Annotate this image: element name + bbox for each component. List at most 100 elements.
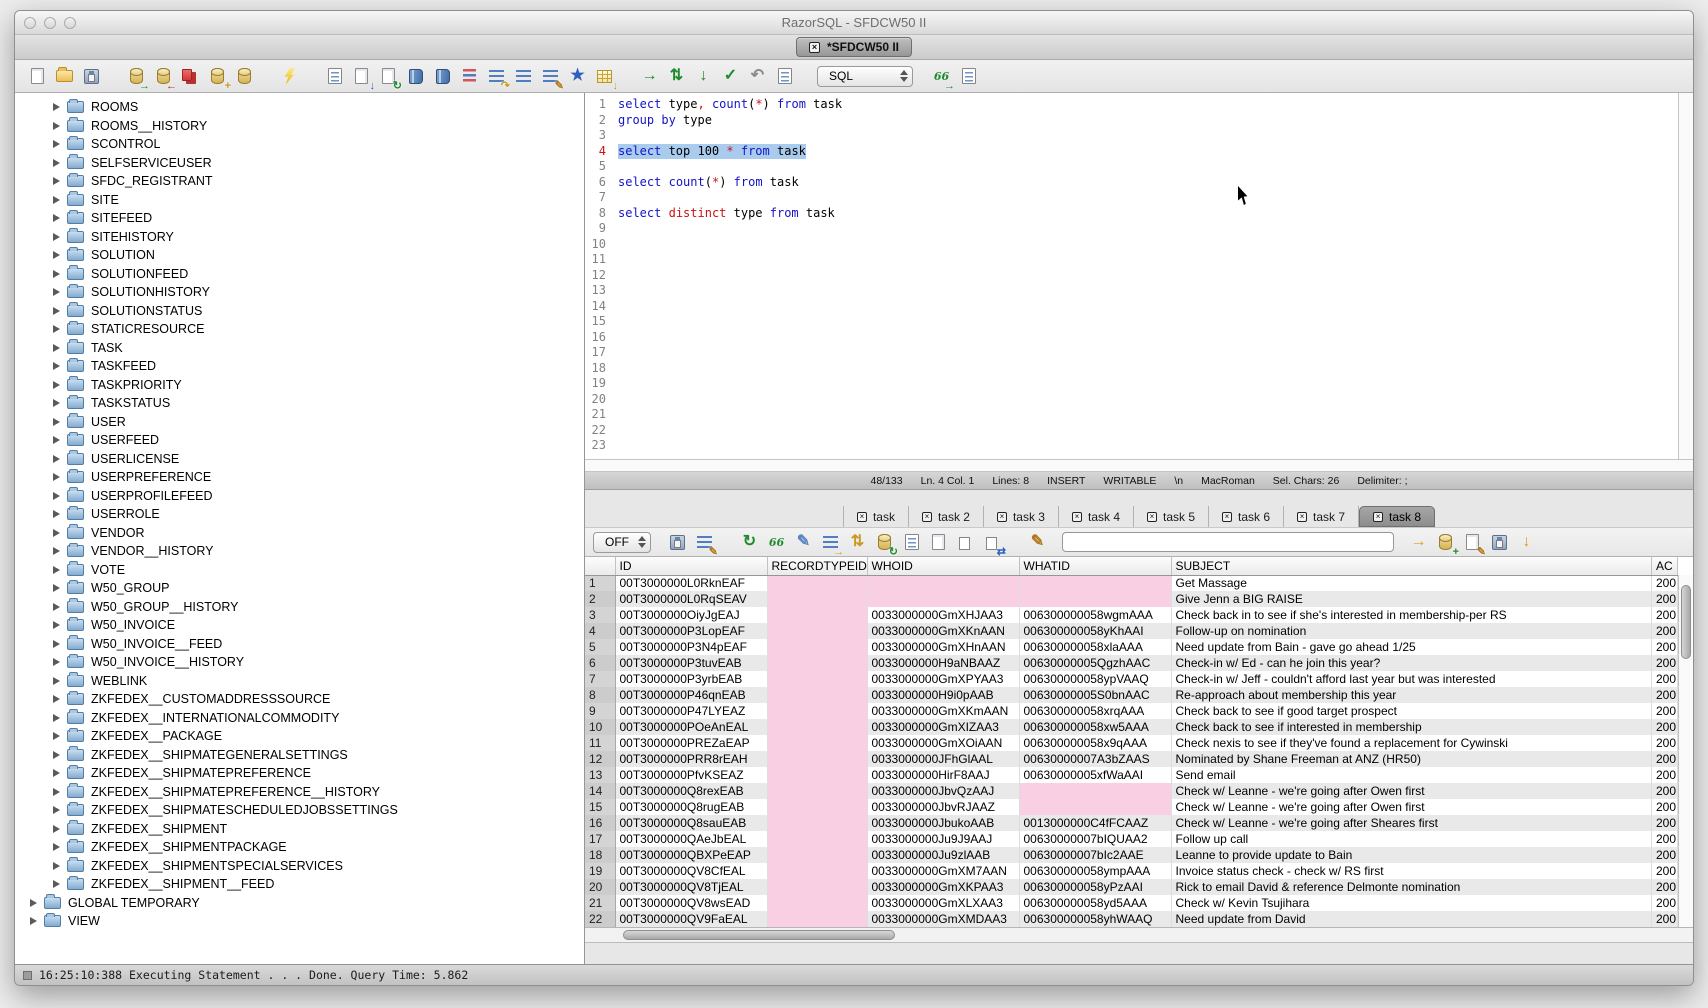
tree-item-zkfedex-internationalcommodity[interactable]: ZKFEDEX__INTERNATIONALCOMMODITY	[15, 709, 584, 728]
cell-subject[interactable]: Need update from David	[1171, 911, 1652, 927]
cell-id[interactable]: 00T3000000POeAnEAL	[615, 719, 767, 735]
cell-whatid[interactable]: 00630000007bIQUAA2	[1019, 831, 1171, 847]
align-sql-icon[interactable]	[511, 64, 536, 89]
code-line[interactable]	[618, 376, 1678, 392]
filter-results-icon[interactable]: ✎	[692, 530, 717, 555]
tree-item-userprofilefeed[interactable]: USERPROFILEFEED	[15, 487, 584, 506]
cell-whoid[interactable]: 0033000000JbukoAAB	[867, 815, 1019, 831]
tree-item-zkfedex-package[interactable]: ZKFEDEX__PACKAGE	[15, 727, 584, 746]
disclosure-triangle-icon[interactable]	[53, 159, 60, 167]
tree-item-w50-group[interactable]: W50_GROUP	[15, 579, 584, 598]
cell-recordtypeid[interactable]	[767, 703, 867, 719]
hscrollbar-thumb[interactable]	[623, 930, 895, 940]
cell-id[interactable]: 00T3000000Q8sauEAB	[615, 815, 767, 831]
cell-recordtypeid[interactable]	[767, 751, 867, 767]
cell-whoid[interactable]: 0033000000GmXKnAAN	[867, 623, 1019, 639]
cell-id[interactable]: 00T3000000QBXPeEAP	[615, 847, 767, 863]
cell-whoid[interactable]: 0033000000JbvRJAAZ	[867, 799, 1019, 815]
cell-whoid[interactable]: 0033000000GmXPYAA3	[867, 671, 1019, 687]
tree-item-user[interactable]: USER	[15, 413, 584, 432]
cell-id[interactable]: 00T3000000P46qnEAB	[615, 687, 767, 703]
code-line[interactable]	[618, 190, 1678, 206]
cell-ac[interactable]: 200	[1652, 671, 1678, 687]
cell-whatid[interactable]: 006300000058yPzAAI	[1019, 879, 1171, 895]
cell-whoid[interactable]: 0033000000H9aNBAAZ	[867, 655, 1019, 671]
result-tab-task-5[interactable]: ×task 5	[1134, 506, 1209, 527]
table-row[interactable]: 600T3000000P3tuvEAB0033000000H9aNBAAZ006…	[585, 655, 1678, 671]
disclosure-triangle-icon[interactable]	[53, 732, 60, 740]
tree-item-sfdc-registrant[interactable]: SFDC_REGISTRANT	[15, 172, 584, 191]
disclosure-triangle-icon[interactable]	[53, 584, 60, 592]
tab-close-icon[interactable]: ×	[1072, 512, 1082, 522]
cell-id[interactable]: 00T3000000L0RqSEAV	[615, 591, 767, 607]
cell-whatid[interactable]: 006300000058xw5AAA	[1019, 719, 1171, 735]
disclosure-triangle-icon[interactable]	[53, 529, 60, 537]
cell-whoid[interactable]: 0033000000GmXM7AAN	[867, 863, 1019, 879]
cell-recordtypeid[interactable]	[767, 783, 867, 799]
cell-whatid[interactable]: 006300000058yhWAAQ	[1019, 911, 1171, 927]
code-line[interactable]: select top 100 * from task	[618, 144, 1678, 160]
cell-ac[interactable]: 200	[1652, 911, 1678, 927]
tree-item-w50-invoice-history[interactable]: W50_INVOICE__HISTORY	[15, 653, 584, 672]
refresh-results-icon[interactable]: ↻	[737, 530, 762, 555]
cell-subject[interactable]: Check w/ Leanne - we're going after Shea…	[1171, 815, 1652, 831]
table-row[interactable]: 2200T3000000QV9FaEAL0033000000GmXMDAA300…	[585, 911, 1678, 927]
generate-script-icon[interactable]: ✎	[1460, 530, 1485, 555]
query-builder-icon[interactable]	[457, 64, 482, 89]
cell-whatid[interactable]: 0013000000C4fFCAAZ	[1019, 815, 1171, 831]
disconnect-all-icon[interactable]	[178, 64, 203, 89]
cell-recordtypeid[interactable]	[767, 687, 867, 703]
tab-close-icon[interactable]: ×	[809, 42, 820, 53]
cell-recordtypeid[interactable]	[767, 591, 867, 607]
disclosure-triangle-icon[interactable]	[53, 418, 60, 426]
cell-recordtypeid[interactable]	[767, 767, 867, 783]
table-row[interactable]: 1200T3000000PRR8rEAH0033000000JFhGlAAL00…	[585, 751, 1678, 767]
disclosure-triangle-icon[interactable]	[30, 917, 37, 925]
code-line[interactable]: select type, count(*) from task	[618, 97, 1678, 113]
tree-item-rooms[interactable]: ROOMS	[15, 98, 584, 117]
cell-ac[interactable]: 200	[1652, 799, 1678, 815]
code-line[interactable]	[618, 283, 1678, 299]
disclosure-triangle-icon[interactable]	[53, 307, 60, 315]
cell-ac[interactable]: 200	[1652, 879, 1678, 895]
code-line[interactable]	[618, 392, 1678, 408]
column-header-whatid[interactable]: WHATID	[1019, 557, 1171, 575]
disconnect-icon[interactable]: ←	[151, 64, 176, 89]
disclosure-triangle-icon[interactable]	[53, 510, 60, 518]
editor-code[interactable]: select type, count(*) from taskgroup by …	[611, 93, 1678, 459]
tab-close-icon[interactable]: ×	[1297, 512, 1307, 522]
cell-whoid[interactable]: 0033000000GmXLXAA3	[867, 895, 1019, 911]
cell-recordtypeid[interactable]	[767, 879, 867, 895]
tree-item-taskstatus[interactable]: TASKSTATUS	[15, 394, 584, 413]
cell-recordtypeid[interactable]	[767, 815, 867, 831]
help-book-icon[interactable]	[430, 64, 455, 89]
cell-ac[interactable]: 200	[1652, 783, 1678, 799]
tree-item-staticresource[interactable]: STATICRESOURCE	[15, 320, 584, 339]
tree-item-weblink[interactable]: WEBLINK	[15, 672, 584, 691]
tree-item-solutionstatus[interactable]: SOLUTIONSTATUS	[15, 302, 584, 321]
disclosure-triangle-icon[interactable]	[53, 492, 60, 500]
tree-item-task[interactable]: TASK	[15, 339, 584, 358]
save-file-icon[interactable]	[79, 64, 104, 89]
code-line[interactable]	[618, 237, 1678, 253]
disclosure-triangle-icon[interactable]	[53, 251, 60, 259]
cell-whoid[interactable]: 0033000000Ju9zlAAB	[867, 847, 1019, 863]
find-next-icon[interactable]: →	[1406, 530, 1431, 555]
execute-sql-icon[interactable]	[277, 64, 302, 89]
cell-subject[interactable]: Check-in w/ Jeff - couldn't afford last …	[1171, 671, 1652, 687]
tree-item-zkfedex-shipmentpackage[interactable]: ZKFEDEX__SHIPMENTPACKAGE	[15, 838, 584, 857]
table-row[interactable]: 400T3000000P3LopEAF0033000000GmXKnAAN006…	[585, 623, 1678, 639]
highlight-icon[interactable]: ✎	[1025, 530, 1050, 555]
result-tab-task-7[interactable]: ×task 7	[1284, 506, 1359, 527]
disclosure-triangle-icon[interactable]	[53, 399, 60, 407]
cell-whoid[interactable]: 0033000000GmXHJAA3	[867, 607, 1019, 623]
cell-whoid[interactable]	[867, 575, 1019, 591]
cell-whatid[interactable]: 006300000058ympAAA	[1019, 863, 1171, 879]
code-line[interactable]	[618, 345, 1678, 361]
tree-item-w50-invoice-feed[interactable]: W50_INVOICE__FEED	[15, 635, 584, 654]
format-sql-icon[interactable]: ↷	[484, 64, 509, 89]
tree-item-userlicense[interactable]: USERLICENSE	[15, 450, 584, 469]
tab-close-icon[interactable]: ×	[1373, 512, 1383, 522]
cell-whoid[interactable]	[867, 591, 1019, 607]
cell-whatid[interactable]: 006300000058ypVAAQ	[1019, 671, 1171, 687]
